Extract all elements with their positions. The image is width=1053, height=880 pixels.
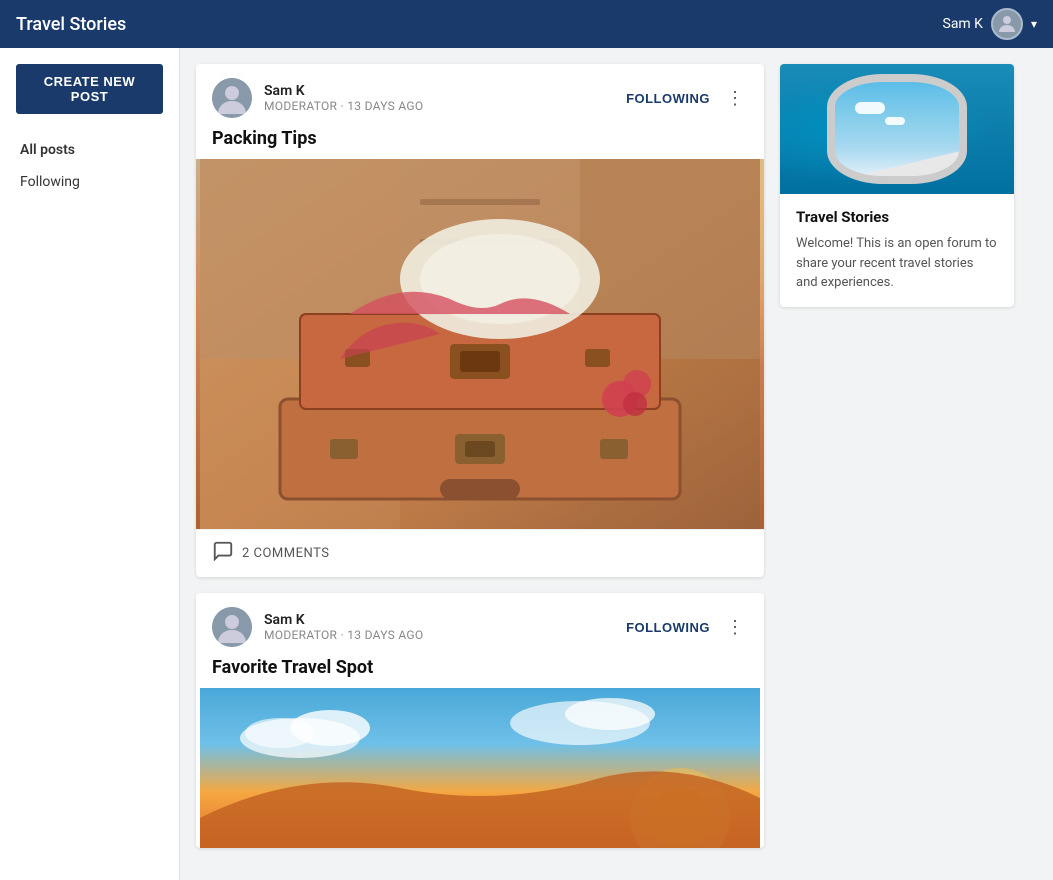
- post-card: Sam K MODERATOR · 13 DAYS AGO FOLLOWING …: [196, 64, 764, 577]
- author-role: MODERATOR: [264, 628, 337, 642]
- post-author-avatar: [212, 607, 252, 647]
- page-body: CREATE NEW POST All posts Following: [0, 48, 1053, 880]
- post-header: Sam K MODERATOR · 13 DAYS AGO FOLLOWING …: [196, 64, 764, 128]
- post-author-details: Sam K MODERATOR · 13 DAYS AGO: [264, 612, 423, 642]
- author-avatar-icon: [212, 78, 252, 118]
- sidebar-item-all-posts[interactable]: All posts: [0, 134, 179, 166]
- main-feed: Sam K MODERATOR · 13 DAYS AGO FOLLOWING …: [180, 48, 780, 880]
- comment-icon: [212, 540, 234, 567]
- user-avatar: [991, 8, 1023, 40]
- sidebar-nav: All posts Following: [0, 134, 179, 198]
- header: Travel Stories Sam K ▾: [0, 0, 1053, 48]
- avatar-icon: [995, 12, 1019, 36]
- post-header: Sam K MODERATOR · 13 DAYS AGO FOLLOWING …: [196, 593, 764, 657]
- create-new-post-button[interactable]: CREATE NEW POST: [16, 64, 163, 114]
- sidebar-item-following[interactable]: Following: [0, 166, 179, 198]
- post-author-info: Sam K MODERATOR · 13 DAYS AGO: [212, 78, 423, 118]
- post-title: Favorite Travel Spot: [196, 657, 764, 688]
- user-name: Sam K: [943, 16, 983, 32]
- airplane-wing: [869, 141, 967, 181]
- author-name: Sam K: [264, 83, 423, 99]
- dropdown-arrow-icon: ▾: [1031, 17, 1037, 31]
- post-title: Packing Tips: [196, 128, 764, 159]
- community-info: Travel Stories Welcome! This is an open …: [780, 194, 1014, 307]
- right-panel: Travel Stories Welcome! This is an open …: [780, 48, 1030, 880]
- author-role: MODERATOR: [264, 99, 337, 113]
- more-options-button[interactable]: ⋮: [722, 89, 748, 107]
- comment-bubble-icon: [212, 540, 234, 562]
- post-card: Sam K MODERATOR · 13 DAYS AGO FOLLOWING …: [196, 593, 764, 848]
- post-time: 13 DAYS AGO: [347, 99, 423, 113]
- author-meta: MODERATOR · 13 DAYS AGO: [264, 99, 423, 113]
- app-title: Travel Stories: [16, 14, 126, 35]
- follow-button[interactable]: FOLLOWING: [626, 620, 710, 635]
- community-card: Travel Stories Welcome! This is an open …: [780, 64, 1014, 307]
- community-description: Welcome! This is an open forum to share …: [796, 234, 998, 293]
- community-name: Travel Stories: [796, 208, 998, 226]
- sidebar: CREATE NEW POST All posts Following: [0, 48, 180, 880]
- comment-count: 2 COMMENTS: [242, 546, 330, 561]
- author-name: Sam K: [264, 612, 423, 628]
- cloud-decoration-2: [885, 117, 905, 125]
- follow-button[interactable]: FOLLOWING: [626, 91, 710, 106]
- post-author-info: Sam K MODERATOR · 13 DAYS AGO: [212, 607, 423, 647]
- author-meta: MODERATOR · 13 DAYS AGO: [264, 628, 423, 642]
- cloud-decoration: [855, 102, 885, 114]
- post-image: [196, 688, 764, 848]
- post-footer: 2 COMMENTS: [196, 529, 764, 577]
- post-actions: FOLLOWING ⋮: [626, 89, 748, 107]
- post-author-avatar: [212, 78, 252, 118]
- user-menu[interactable]: Sam K ▾: [943, 8, 1038, 40]
- post-time: 13 DAYS AGO: [347, 628, 423, 642]
- post-actions: FOLLOWING ⋮: [626, 618, 748, 636]
- airplane-window: [827, 74, 967, 184]
- suitcase-illustration: [196, 159, 764, 529]
- post-author-details: Sam K MODERATOR · 13 DAYS AGO: [264, 83, 423, 113]
- hero-inner: [780, 64, 1014, 194]
- post-image: [196, 159, 764, 529]
- author-avatar-icon: [212, 607, 252, 647]
- sky-illustration: [196, 688, 764, 848]
- community-hero-image: [780, 64, 1014, 194]
- more-options-button[interactable]: ⋮: [722, 618, 748, 636]
